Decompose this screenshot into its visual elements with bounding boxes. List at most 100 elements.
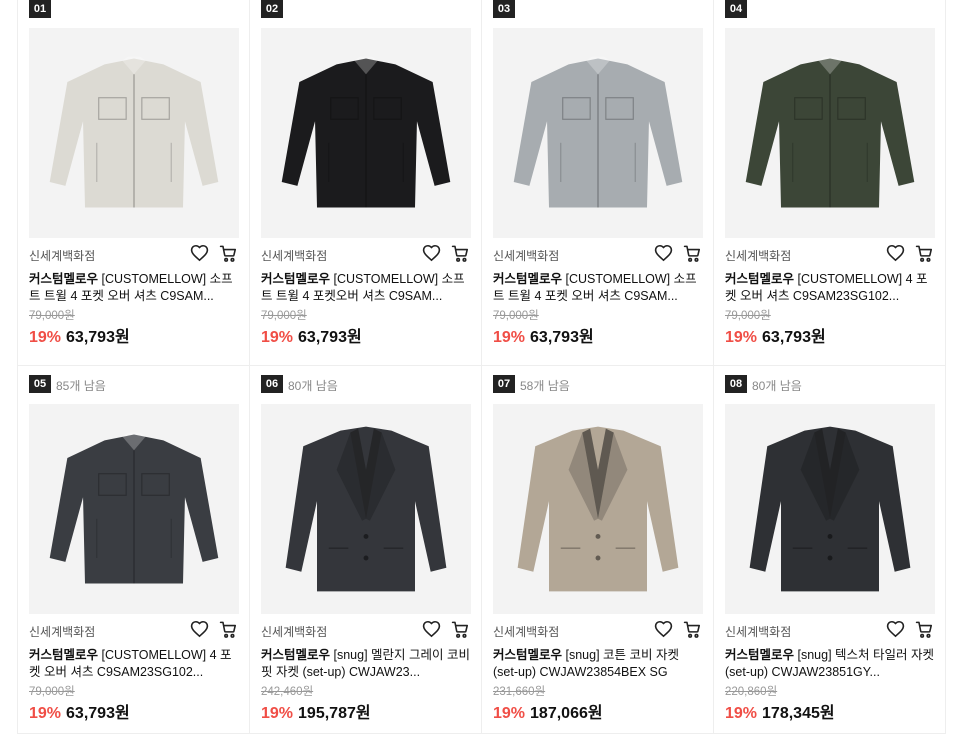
shop-name: 신세계백화점	[261, 249, 328, 263]
product-card[interactable]: 07 58개 남음신세계백화점커스텀멜로우 [snug] 코튼 코비 자켓 (se…	[482, 366, 714, 734]
sale-price-row: 19% 187,066원	[493, 699, 603, 723]
stock-remaining: 85개 남음	[56, 379, 106, 393]
product-actions	[886, 620, 934, 639]
product-image[interactable]	[725, 404, 935, 614]
discount-rate: 19%	[493, 329, 526, 346]
cart-icon[interactable]	[451, 620, 470, 639]
product-image[interactable]	[493, 404, 703, 614]
product-card[interactable]: 02 신세계백화점커스텀멜로우 [CUSTOMELLOW] 소프트 트윌 4 포켓…	[250, 0, 482, 366]
sale-price: 187,066원	[530, 705, 603, 722]
original-price: 79,000원	[29, 686, 75, 698]
discount-rate: 19%	[725, 705, 758, 722]
rank-badge: 02	[261, 0, 283, 18]
sale-price-row: 19% 178,345원	[725, 699, 835, 723]
product-card[interactable]: 08 80개 남음 신세계백화점 커스텀멜로우 [snug] 텍스처 타일러 자켓(s…	[714, 366, 946, 734]
product-actions	[654, 620, 702, 639]
sale-price: 178,345원	[762, 705, 835, 722]
shop-name: 신세계백화점	[29, 249, 96, 263]
heart-icon[interactable]	[886, 244, 905, 263]
product-card[interactable]: 01 신세계백화점커스텀멜로우 [CUSTOMELLOW] 소프트 트윌 4 포켓…	[18, 0, 250, 366]
product-title[interactable]: 커스텀멜로우 [snug] 텍스처 타일러 자켓(set-up) CWJAW23…	[725, 647, 935, 681]
product-image[interactable]	[261, 404, 471, 614]
product-title[interactable]: 커스텀멜로우 [CUSTOMELLOW] 소프트 트윌 4 포켓 오버 셔츠 C…	[493, 271, 703, 305]
product-card[interactable]: 04 신세계백화점커스텀멜로우 [CUSTOMELLOW] 4 포켓 오버 셔츠 …	[714, 0, 946, 366]
heart-icon[interactable]	[654, 620, 673, 639]
product-actions	[654, 244, 702, 263]
product-title[interactable]: 커스텀멜로우 [snug] 코튼 코비 자켓 (set-up) CWJAW238…	[493, 647, 703, 681]
heart-icon[interactable]	[422, 244, 441, 263]
rank-badge: 06	[261, 375, 283, 393]
discount-rate: 19%	[261, 329, 294, 346]
cart-icon[interactable]	[915, 620, 934, 639]
product-title[interactable]: 커스텀멜로우 [CUSTOMELLOW] 소프트 트윌 4 포켓 오버 셔츠 C…	[29, 271, 239, 305]
product-title[interactable]: 커스텀멜로우 [CUSTOMELLOW] 소프트 트윌 4 포켓오버 셔츠 C9…	[261, 271, 471, 305]
heart-icon[interactable]	[190, 244, 209, 263]
discount-rate: 19%	[29, 329, 62, 346]
rank-badge: 05	[29, 375, 51, 393]
brand-name: 커스텀멜로우	[29, 272, 99, 286]
product-title[interactable]: 커스텀멜로우 [CUSTOMELLOW] 4 포켓 오버 셔츠 C9SAM23S…	[29, 647, 239, 681]
sale-price-row: 19% 63,793원	[725, 323, 826, 347]
shop-name: 신세계백화점	[29, 625, 96, 639]
product-title[interactable]: 커스텀멜로우 [CUSTOMELLOW] 4 포켓 오버 셔츠 C9SAM23S…	[725, 271, 935, 305]
original-price: 79,000원	[261, 310, 307, 322]
shop-name: 신세계백화점	[725, 249, 792, 263]
product-title[interactable]: 커스텀멜로우 [snug] 멜란지 그레이 코비 핏 자켓 (set-up) C…	[261, 647, 471, 681]
product-actions	[422, 244, 470, 263]
original-price: 220,860원	[725, 686, 778, 698]
rank-badge: 07	[493, 375, 515, 393]
product-image[interactable]	[261, 28, 471, 238]
sale-price: 195,787원	[298, 705, 371, 722]
product-image[interactable]	[725, 28, 935, 238]
shop-name: 신세계백화점	[261, 625, 328, 639]
sale-price-row: 19% 195,787원	[261, 699, 371, 723]
original-price: 231,660원	[493, 686, 546, 698]
rank-badge: 01	[29, 0, 51, 18]
stock-remaining: 80개 남음	[752, 379, 802, 393]
brand-name: 커스텀멜로우	[493, 272, 563, 286]
heart-icon[interactable]	[422, 620, 441, 639]
original-price: 79,000원	[493, 310, 539, 322]
product-card[interactable]: 05 85개 남음신세계백화점커스텀멜로우 [CUSTOMELLOW] 4 포켓 …	[18, 366, 250, 734]
cart-icon[interactable]	[915, 244, 934, 263]
product-card[interactable]: 03 신세계백화점커스텀멜로우 [CUSTOMELLOW] 소프트 트윌 4 포켓…	[482, 0, 714, 366]
sale-price: 63,793원	[66, 329, 130, 346]
rank-badge: 08	[725, 375, 747, 393]
brand-name: 커스텀멜로우	[261, 272, 331, 286]
product-actions	[190, 244, 238, 263]
discount-rate: 19%	[29, 705, 62, 722]
discount-rate: 19%	[493, 705, 526, 722]
cart-icon[interactable]	[683, 620, 702, 639]
brand-name: 커스텀멜로우	[29, 648, 99, 662]
product-actions	[886, 244, 934, 263]
rank-badge: 04	[725, 0, 747, 18]
stock-remaining: 80개 남음	[288, 379, 338, 393]
sale-price: 63,793원	[762, 329, 826, 346]
sale-price-row: 19% 63,793원	[493, 323, 594, 347]
rank-badge: 03	[493, 0, 515, 18]
brand-name: 커스텀멜로우	[493, 648, 563, 662]
discount-rate: 19%	[725, 329, 758, 346]
cart-icon[interactable]	[683, 244, 702, 263]
discount-rate: 19%	[261, 705, 294, 722]
cart-icon[interactable]	[219, 620, 238, 639]
product-image[interactable]	[29, 404, 239, 614]
heart-icon[interactable]	[654, 244, 673, 263]
product-actions	[422, 620, 470, 639]
product-image[interactable]	[493, 28, 703, 238]
heart-icon[interactable]	[886, 620, 905, 639]
heart-icon[interactable]	[190, 620, 209, 639]
brand-name: 커스텀멜로우	[725, 272, 795, 286]
shop-name: 신세계백화점	[493, 625, 560, 639]
product-image[interactable]	[29, 28, 239, 238]
sale-price-row: 19% 63,793원	[29, 699, 130, 723]
original-price: 79,000원	[29, 310, 75, 322]
sale-price-row: 19% 63,793원	[261, 323, 362, 347]
cart-icon[interactable]	[219, 244, 238, 263]
shop-name: 신세계백화점	[493, 249, 560, 263]
product-card[interactable]: 06 80개 남음신세계백화점커스텀멜로우 [snug] 멜란지 그레이 코비 핏…	[250, 366, 482, 734]
brand-name: 커스텀멜로우	[725, 648, 795, 662]
cart-icon[interactable]	[451, 244, 470, 263]
stock-remaining: 58개 남음	[520, 379, 570, 393]
sale-price: 63,793원	[530, 329, 594, 346]
